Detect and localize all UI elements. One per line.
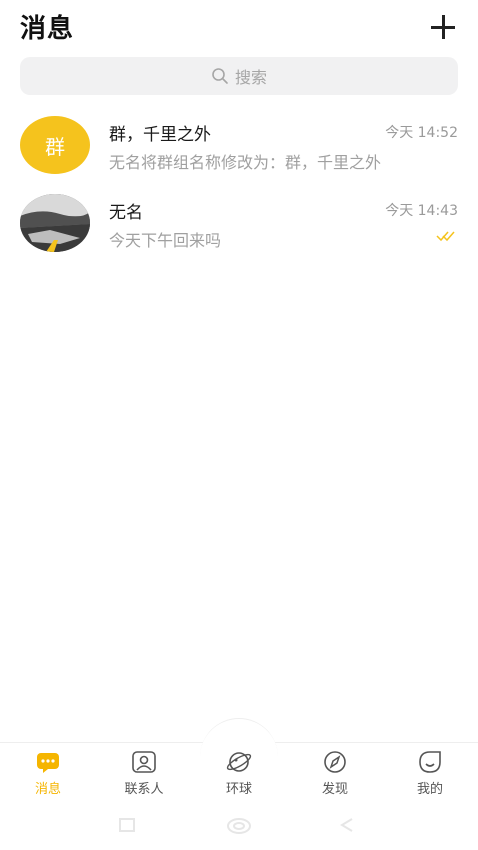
tab-label: 消息	[34, 782, 61, 797]
tab-me[interactable]: 我的	[390, 750, 470, 798]
conversation-preview: 无名将群组名称修改为：群，千里之外	[109, 153, 382, 172]
header: 消息	[0, 0, 478, 55]
tab-discover[interactable]: 发现	[295, 750, 375, 798]
page-title: 消息	[20, 14, 75, 44]
search-placeholder: 搜索	[234, 68, 267, 87]
tab-label: 环球	[225, 782, 252, 797]
tab-label: 联系人	[124, 782, 164, 797]
plus-icon[interactable]	[430, 14, 456, 40]
double-check-icon	[436, 231, 455, 242]
tab-contacts[interactable]: 联系人	[104, 750, 184, 798]
smile-icon	[419, 751, 441, 773]
home-icon[interactable]	[226, 817, 252, 835]
conversation-preview: 今天下午回来吗	[109, 231, 222, 250]
avatar-text: 群	[45, 134, 65, 159]
conversation-name: 无名	[109, 203, 143, 223]
tab-label: 发现	[321, 782, 348, 797]
menu-icon[interactable]	[118, 817, 136, 833]
search-icon	[212, 68, 228, 84]
tab-global[interactable]: 环球	[199, 750, 279, 798]
avatar: 群	[20, 116, 90, 174]
search-bar[interactable]: 搜索	[20, 57, 458, 95]
conversation-item-group[interactable]: 群 群，千里之外 今天 14:52 无名将群组名称修改为：群，千里之外	[0, 106, 478, 184]
conversation-name: 群，千里之外	[109, 125, 211, 145]
conversation-item-wuming[interactable]: 无名 今天 14:43 今天下午回来吗	[0, 184, 478, 262]
back-icon[interactable]	[338, 817, 356, 833]
tab-label: 我的	[416, 782, 443, 797]
compass-icon	[324, 751, 346, 773]
planet-icon	[226, 752, 252, 772]
chat-bubble-icon	[37, 753, 59, 773]
messages-screen: 消息 搜索 群 群，千里之外 今天 14:52 无名将群组名称修改为：群，千里之…	[0, 0, 478, 850]
tab-messages[interactable]: 消息	[8, 750, 88, 798]
conversation-time: 今天 14:43	[385, 203, 458, 219]
photo-avatar	[20, 194, 90, 252]
conversation-time: 今天 14:52	[385, 125, 458, 141]
contact-icon	[132, 751, 156, 773]
